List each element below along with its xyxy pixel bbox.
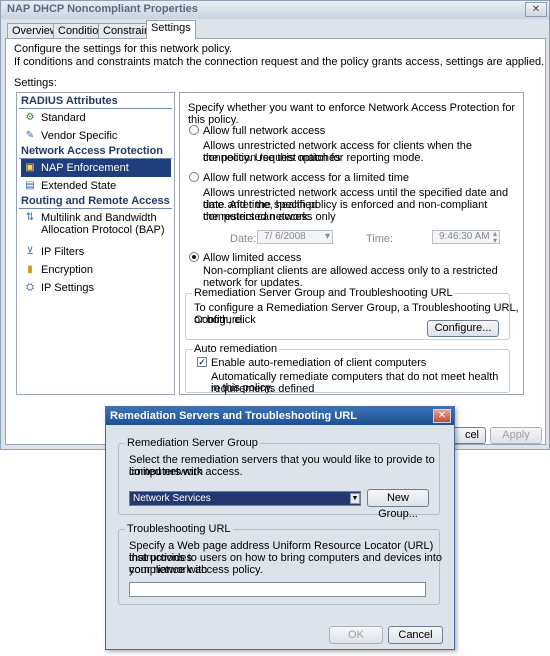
server-group-desc-2: limited network access. bbox=[129, 466, 243, 478]
auto-remediation-check-label[interactable]: Enable auto-remediation of client comput… bbox=[211, 357, 426, 369]
item-label: Encryption bbox=[41, 264, 93, 276]
item-label: Vendor Specific bbox=[41, 130, 118, 142]
remediation-group-title: Remediation Server Group and Troubleshoo… bbox=[192, 287, 455, 299]
url-group-title: Troubleshooting URL bbox=[125, 523, 233, 535]
window-title: NAP DHCP Noncompliant Properties bbox=[7, 3, 198, 15]
list-item-standard[interactable]: ⚙ Standard bbox=[21, 109, 171, 127]
item-label-line-2: Allocation Protocol (BAP) bbox=[41, 224, 165, 236]
list-item-extended-state[interactable]: ▤ Extended State bbox=[21, 177, 171, 195]
close-icon[interactable]: ✕ bbox=[433, 409, 451, 423]
auto-desc-2: in this policy. bbox=[211, 382, 274, 394]
auto-remediation-checkbox[interactable]: ✓ bbox=[197, 357, 207, 367]
dialog-title: Remediation Servers and Troubleshooting … bbox=[110, 410, 357, 422]
date-picker[interactable]: 7/ 6/2008 ▾ bbox=[257, 230, 333, 244]
dialog-cancel-button[interactable]: Cancel bbox=[388, 626, 443, 644]
vendor-specific-icon: ✎ bbox=[25, 130, 35, 141]
tab-settings[interactable]: Settings bbox=[146, 20, 196, 39]
radio-limited-time-label[interactable]: Allow full network access for a limited … bbox=[203, 172, 409, 184]
limited-access-desc: Non-compliant clients are allowed access… bbox=[203, 265, 498, 289]
radio-full-access-label[interactable]: Allow full network access bbox=[203, 125, 325, 137]
radio-full-access[interactable] bbox=[189, 125, 199, 135]
time-value: 9:46:30 AM bbox=[439, 231, 490, 242]
settings-label: Settings: bbox=[14, 77, 57, 89]
main-properties-window: NAP DHCP Noncompliant Properties ✕ Overv… bbox=[0, 0, 550, 450]
description-line-1: Configure the settings for this network … bbox=[14, 43, 233, 55]
server-group-title: Remediation Server Group bbox=[125, 437, 260, 449]
dialog-title-bar[interactable]: Remediation Servers and Troubleshooting … bbox=[106, 407, 454, 425]
panel-intro: Specify whether you want to enforce Netw… bbox=[188, 102, 516, 126]
tab-strip: Overview Conditions Constraints Settings bbox=[1, 19, 549, 39]
url-desc-3: your network access policy. bbox=[129, 564, 263, 576]
list-item-ip-settings[interactable]: ⛭ IP Settings bbox=[21, 279, 171, 297]
remediation-dialog: Remediation Servers and Troubleshooting … bbox=[105, 406, 455, 650]
description-line-2: If conditions and constraints match the … bbox=[14, 56, 545, 68]
date-label: Date: bbox=[230, 233, 257, 245]
chevron-down-icon[interactable]: ▾ bbox=[325, 231, 330, 243]
server-group-select[interactable]: Network Services bbox=[129, 491, 361, 506]
ok-button[interactable]: OK bbox=[329, 626, 383, 644]
new-group-button[interactable]: New Group... bbox=[367, 489, 429, 520]
nap-enforcement-icon: ▣ bbox=[25, 162, 35, 173]
extended-state-icon: ▤ bbox=[25, 180, 35, 191]
list-item-vendor-specific[interactable]: ✎ Vendor Specific bbox=[21, 127, 171, 145]
date-value: 7/ 6/2008 bbox=[264, 231, 306, 242]
limited-time-desc-3: the restricted network. bbox=[203, 211, 312, 223]
item-label: Extended State bbox=[41, 180, 117, 192]
item-label: NAP Enforcement bbox=[41, 162, 129, 174]
multilink-icon: ⇅ bbox=[25, 212, 35, 223]
nap-enforcement-panel: Specify whether you want to enforce Netw… bbox=[179, 92, 524, 395]
category-network-access-protection: Network Access Protection bbox=[21, 145, 164, 157]
item-label: Standard bbox=[41, 112, 86, 124]
time-picker[interactable]: 9:46:30 AM ▴ ▾ bbox=[432, 230, 500, 245]
item-label: IP Filters bbox=[41, 246, 85, 258]
category-routing-remote-access: Routing and Remote Access bbox=[21, 195, 170, 207]
close-icon[interactable]: ✕ bbox=[525, 2, 547, 17]
list-item-ip-filters[interactable]: ⊻ IP Filters bbox=[21, 243, 171, 261]
apply-button[interactable]: Apply bbox=[490, 427, 542, 444]
full-access-desc-2: the policy. Use this option for reportin… bbox=[203, 152, 424, 164]
radio-limited-access-label[interactable]: Allow limited access bbox=[203, 252, 301, 264]
item-label: IP Settings bbox=[41, 282, 94, 294]
chevron-down-icon[interactable]: ▼ bbox=[350, 493, 360, 504]
troubleshooting-url-input[interactable] bbox=[129, 582, 426, 597]
standard-icon: ⚙ bbox=[25, 112, 35, 123]
encryption-icon: ▮ bbox=[27, 264, 33, 275]
list-item-multilink-bap[interactable]: ⇅ Multilink and Bandwidth Allocation Pro… bbox=[21, 209, 171, 239]
time-label: Time: bbox=[366, 233, 394, 245]
ip-filters-icon: ⊻ bbox=[26, 246, 34, 257]
item-label-line-1: Multilink and Bandwidth bbox=[41, 212, 157, 224]
radio-limited-time[interactable] bbox=[189, 172, 199, 182]
remediation-desc-2: Configure. bbox=[194, 314, 245, 326]
list-item-encryption[interactable]: ▮ Encryption bbox=[21, 261, 171, 279]
ip-settings-icon: ⛭ bbox=[26, 282, 34, 293]
spinner-icon[interactable]: ▴ ▾ bbox=[493, 230, 497, 245]
main-title-bar[interactable]: NAP DHCP Noncompliant Properties ✕ bbox=[1, 1, 549, 19]
auto-remediation-group-title: Auto remediation bbox=[192, 343, 280, 355]
settings-list: RADIUS Attributes ⚙ Standard ✎ Vendor Sp… bbox=[16, 92, 175, 395]
configure-button[interactable]: Configure... bbox=[427, 320, 499, 337]
category-radius-attributes: RADIUS Attributes bbox=[21, 95, 118, 107]
radio-limited-access[interactable] bbox=[189, 252, 199, 262]
list-item-nap-enforcement[interactable]: ▣ NAP Enforcement bbox=[21, 159, 171, 177]
